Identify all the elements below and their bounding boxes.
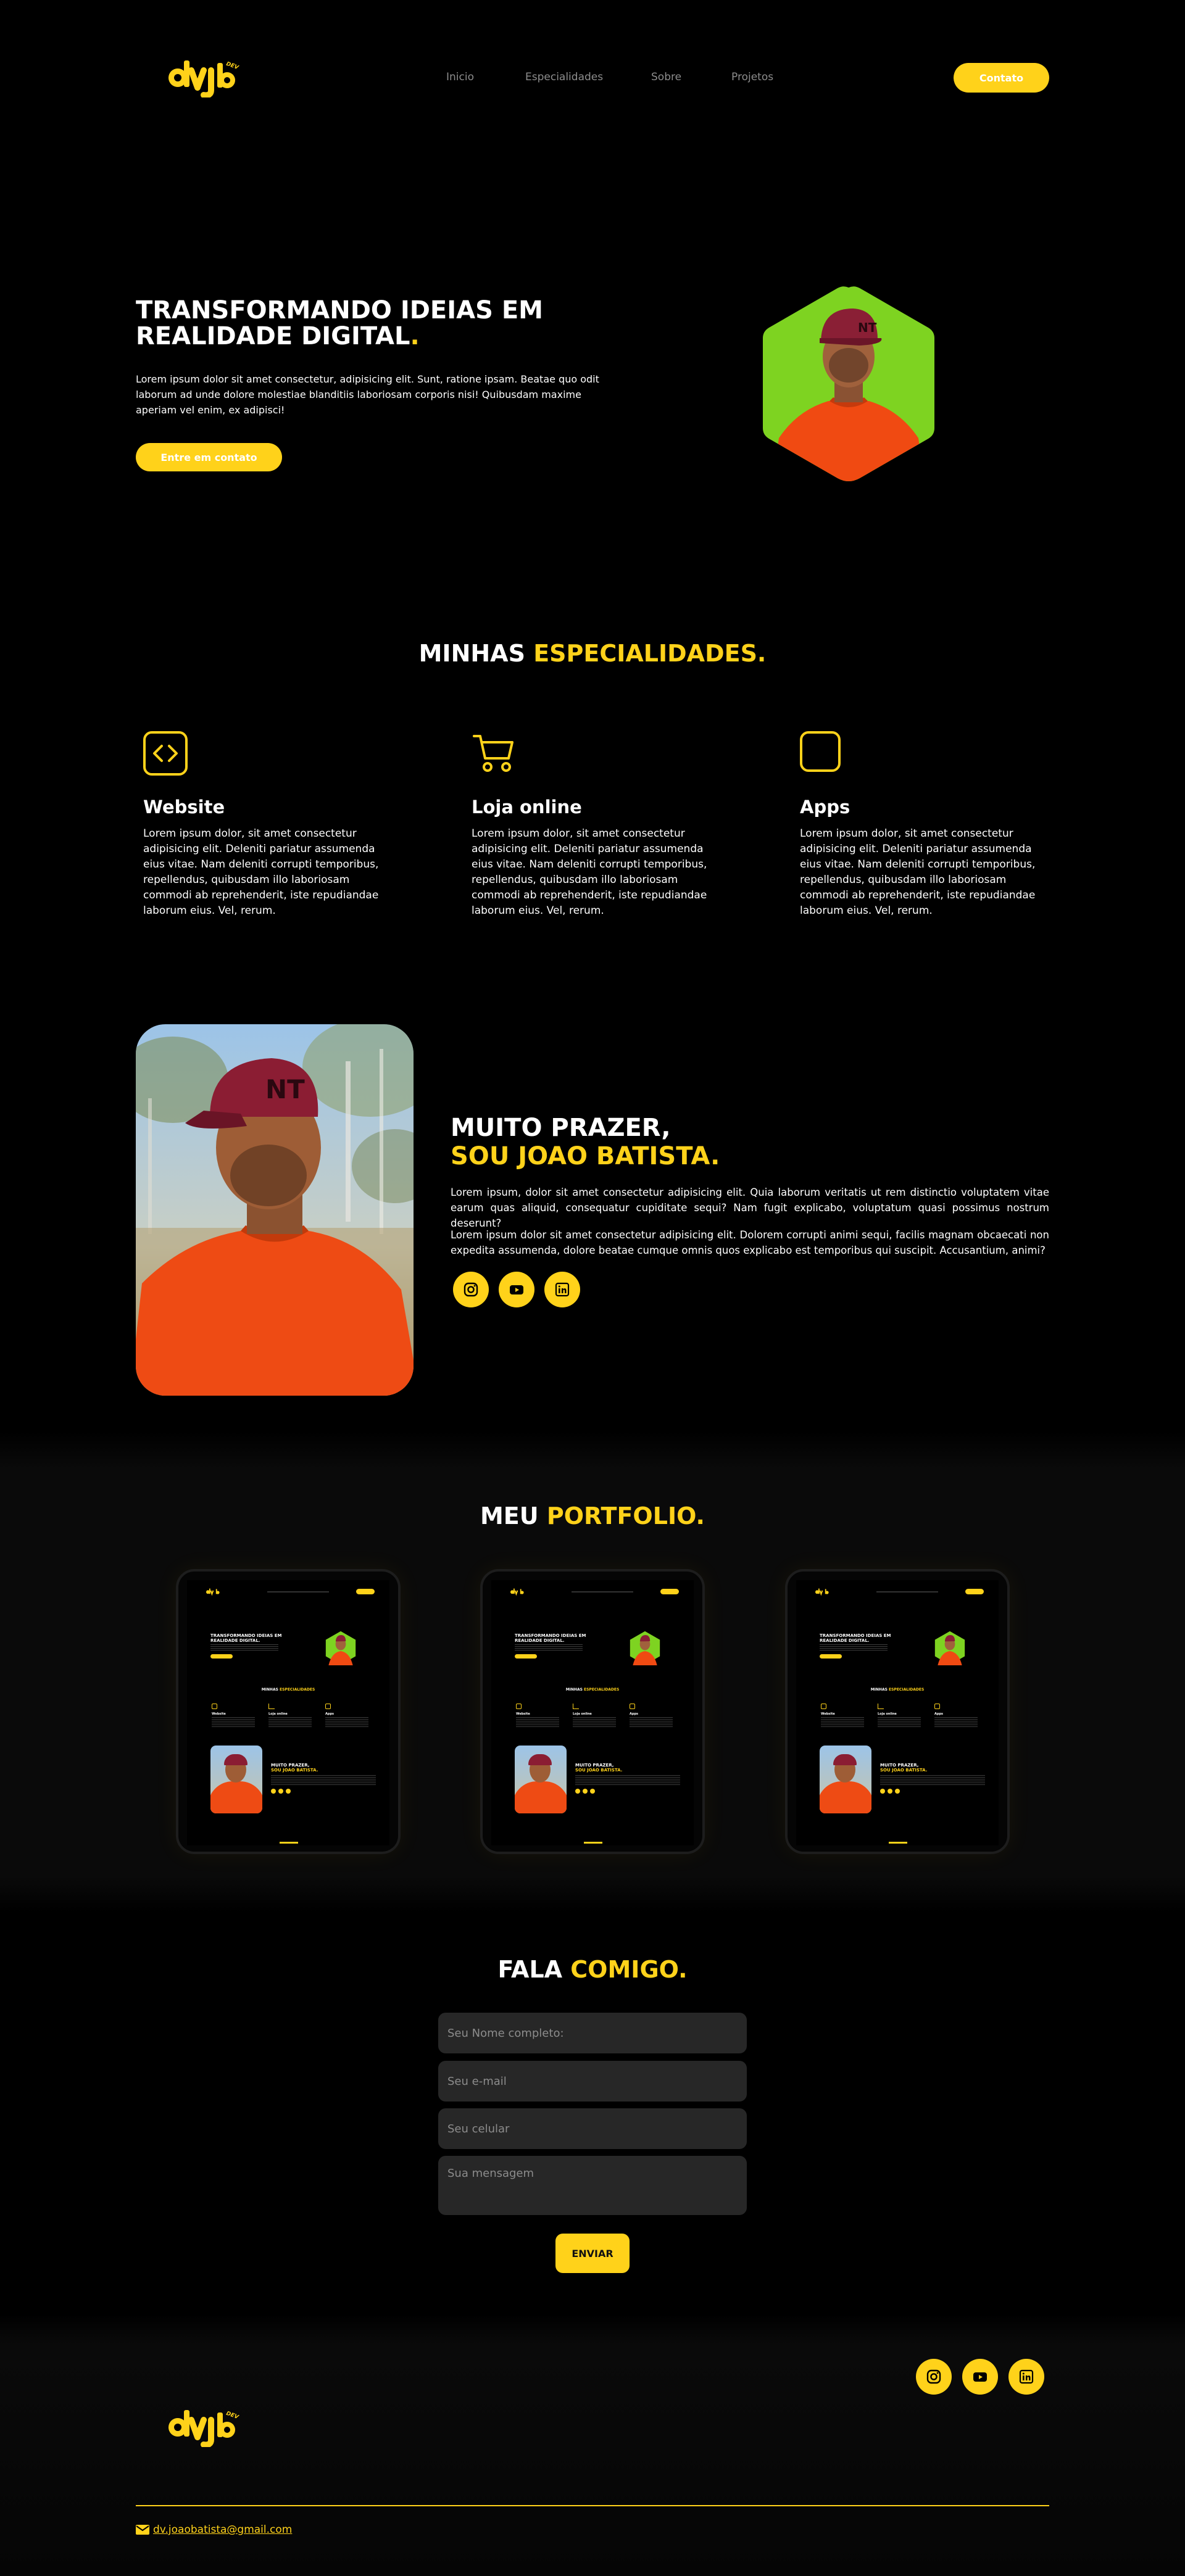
name-field[interactable] [438, 2013, 747, 2053]
specialty-text: Lorem ipsum dolor, sit amet consectetur … [800, 827, 1036, 917]
nav-item-sobre[interactable]: Sobre [651, 71, 688, 83]
specialty-loja-online: Loja online Lorem ipsum dolor, sit amet … [472, 731, 718, 919]
nav-item-projetos[interactable]: Projetos [731, 71, 781, 83]
mini-hero-title: TRANSFORMANDO IDEIAS EM REALIDADE DIGITA… [210, 1633, 282, 1643]
svg-text:NT: NT [265, 1074, 305, 1104]
specialty-website: Website Lorem ipsum dolor, sit amet cons… [143, 731, 390, 919]
phone-field[interactable] [438, 2108, 747, 2149]
mini-spec-title: MINHAS ESPECIALIDADES [261, 1688, 315, 1692]
footer-social [916, 2359, 1044, 2395]
portfolio-card[interactable]: TRANSFORMANDO IDEIAS EM REALIDADE DIGITA… [785, 1569, 1010, 1854]
about-title-line1: MUITO PRAZER, [451, 1114, 671, 1142]
mini-screenshot: TRANSFORMANDO IDEIAS EM REALIDADE DIGITA… [491, 1580, 694, 1845]
mail-icon [136, 2525, 149, 2535]
mini-spec-title: MINHAS ESPECIALIDADES [565, 1688, 620, 1692]
svg-text:NT: NT [858, 320, 877, 335]
hero-portrait: NT [760, 284, 937, 482]
specialty-apps: Apps Lorem ipsum dolor, sit amet consect… [800, 731, 1047, 919]
linkedin-icon[interactable] [1008, 2359, 1044, 2395]
linkedin-icon[interactable] [544, 1272, 580, 1307]
specialty-title: Apps [800, 797, 850, 818]
nav-item-especialidades[interactable]: Especialidades [525, 71, 612, 83]
youtube-icon[interactable] [499, 1272, 534, 1307]
specialties-title-accent: ESPECIALIDADES. [533, 640, 767, 667]
specialty-text: Lorem ipsum dolor, sit amet consectetur … [143, 827, 379, 917]
mini-hero-title: TRANSFORMANDO IDEIAS EM REALIDADE DIGITA… [515, 1633, 586, 1643]
about-title: MUITO PRAZER, SOU JOAO BATISTA. [451, 1114, 720, 1170]
hero-text: Lorem ipsum dolor sit amet consectetur, … [136, 373, 599, 416]
youtube-icon[interactable] [962, 2359, 998, 2395]
cart-icon [472, 731, 516, 776]
contact-button[interactable]: Contato [954, 63, 1049, 93]
instagram-icon[interactable] [453, 1272, 489, 1307]
specialties-title: MINHAS ESPECIALIDADES. [0, 640, 1185, 667]
about-title-line2: SOU JOAO BATISTA. [451, 1142, 720, 1170]
hero-title-line1: TRANSFORMANDO IDEIAS EM [136, 296, 543, 325]
hero-contact-button[interactable]: Entre em contato [136, 443, 282, 471]
hero-title: TRANSFORMANDO IDEIAS EM REALIDADE DIGITA… [136, 297, 568, 349]
logo[interactable]: DEV [165, 57, 246, 99]
footer-email[interactable]: dv.joaobatista@gmail.com [136, 2524, 292, 2536]
hero-title-dot: . [410, 322, 420, 350]
instagram-icon[interactable] [916, 2359, 952, 2395]
about-paragraph-1: Lorem ipsum, dolor sit amet consectetur … [451, 1187, 1049, 1229]
code-icon [143, 731, 188, 776]
mini-hero-title: TRANSFORMANDO IDEIAS EM REALIDADE DIGITA… [820, 1633, 891, 1643]
portfolio-title-plain: MEU [480, 1502, 547, 1530]
submit-button[interactable]: ENVIAR [555, 2234, 630, 2273]
footer-divider [136, 2505, 1049, 2506]
nav-item-inicio[interactable]: Inicio [446, 71, 483, 83]
specialties-title-plain: MINHAS [418, 640, 534, 667]
about-photo: NT [136, 1024, 414, 1396]
about-paragraph-2: Lorem ipsum dolor sit amet consectetur a… [451, 1229, 1049, 1256]
message-field[interactable] [438, 2156, 747, 2215]
specialty-text: Lorem ipsum dolor, sit amet consectetur … [472, 827, 707, 917]
contact-title-plain: FALA [497, 1956, 571, 1983]
mini-spec-title: MINHAS ESPECIALIDADES [870, 1688, 925, 1692]
specialty-title: Loja online [472, 797, 582, 818]
contact-title: FALA COMIGO. [0, 1956, 1185, 1983]
portfolio-card[interactable]: TRANSFORMANDO IDEIAS EM REALIDADE DIGITA… [176, 1569, 401, 1854]
page: DEV Inicio Especialidades Sobre Projetos… [0, 0, 1185, 2576]
footer-email-text: dv.joaobatista@gmail.com [153, 2524, 293, 2536]
portfolio-title-accent: PORTFOLIO. [546, 1502, 705, 1530]
footer-logo[interactable]: DEV [165, 2406, 246, 2448]
about-social [453, 1272, 580, 1307]
app-icon [800, 731, 841, 772]
email-field[interactable] [438, 2061, 747, 2102]
mini-screenshot: TRANSFORMANDO IDEIAS EM REALIDADE DIGITA… [187, 1580, 389, 1845]
specialty-title: Website [143, 797, 225, 818]
mini-screenshot: TRANSFORMANDO IDEIAS EM REALIDADE DIGITA… [796, 1580, 999, 1845]
portfolio-card[interactable]: TRANSFORMANDO IDEIAS EM REALIDADE DIGITA… [480, 1569, 705, 1854]
hero-title-line2: REALIDADE DIGITAL [136, 322, 410, 350]
contact-title-accent: COMIGO. [570, 1956, 688, 1983]
header: DEV Inicio Especialidades Sobre Projetos… [0, 0, 1185, 154]
portfolio-title: MEU PORTFOLIO. [0, 1502, 1185, 1530]
